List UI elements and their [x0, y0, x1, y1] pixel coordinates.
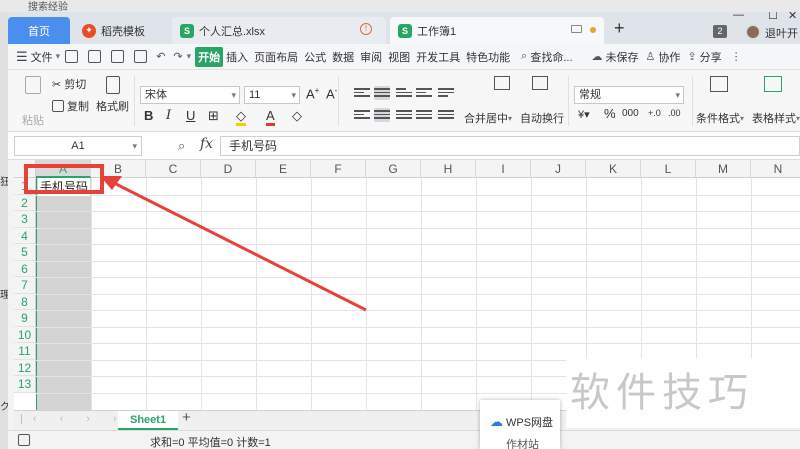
background-top: 搜索经验 [0, 0, 800, 13]
arrow-head [100, 176, 122, 190]
background-left [0, 12, 8, 449]
status-bar: 求和=0 平均值=0 计数=1 [8, 430, 800, 449]
status-icon[interactable] [18, 434, 30, 446]
watermark: 软件技巧 [566, 358, 800, 428]
status-summary: 求和=0 平均值=0 计数=1 [150, 437, 271, 449]
wps-cloud-sub: 作材站 [506, 439, 539, 449]
sheet-tab[interactable]: Sheet1 [118, 411, 179, 430]
add-sheet-button[interactable]: + [182, 409, 191, 426]
cloud-icon: ☁ [490, 414, 503, 429]
arrow-line [111, 180, 367, 312]
wps-cloud-label: WPS网盘 [506, 417, 554, 429]
wps-cloud-panel[interactable]: ☁ WPS网盘 作材站 [480, 400, 560, 449]
